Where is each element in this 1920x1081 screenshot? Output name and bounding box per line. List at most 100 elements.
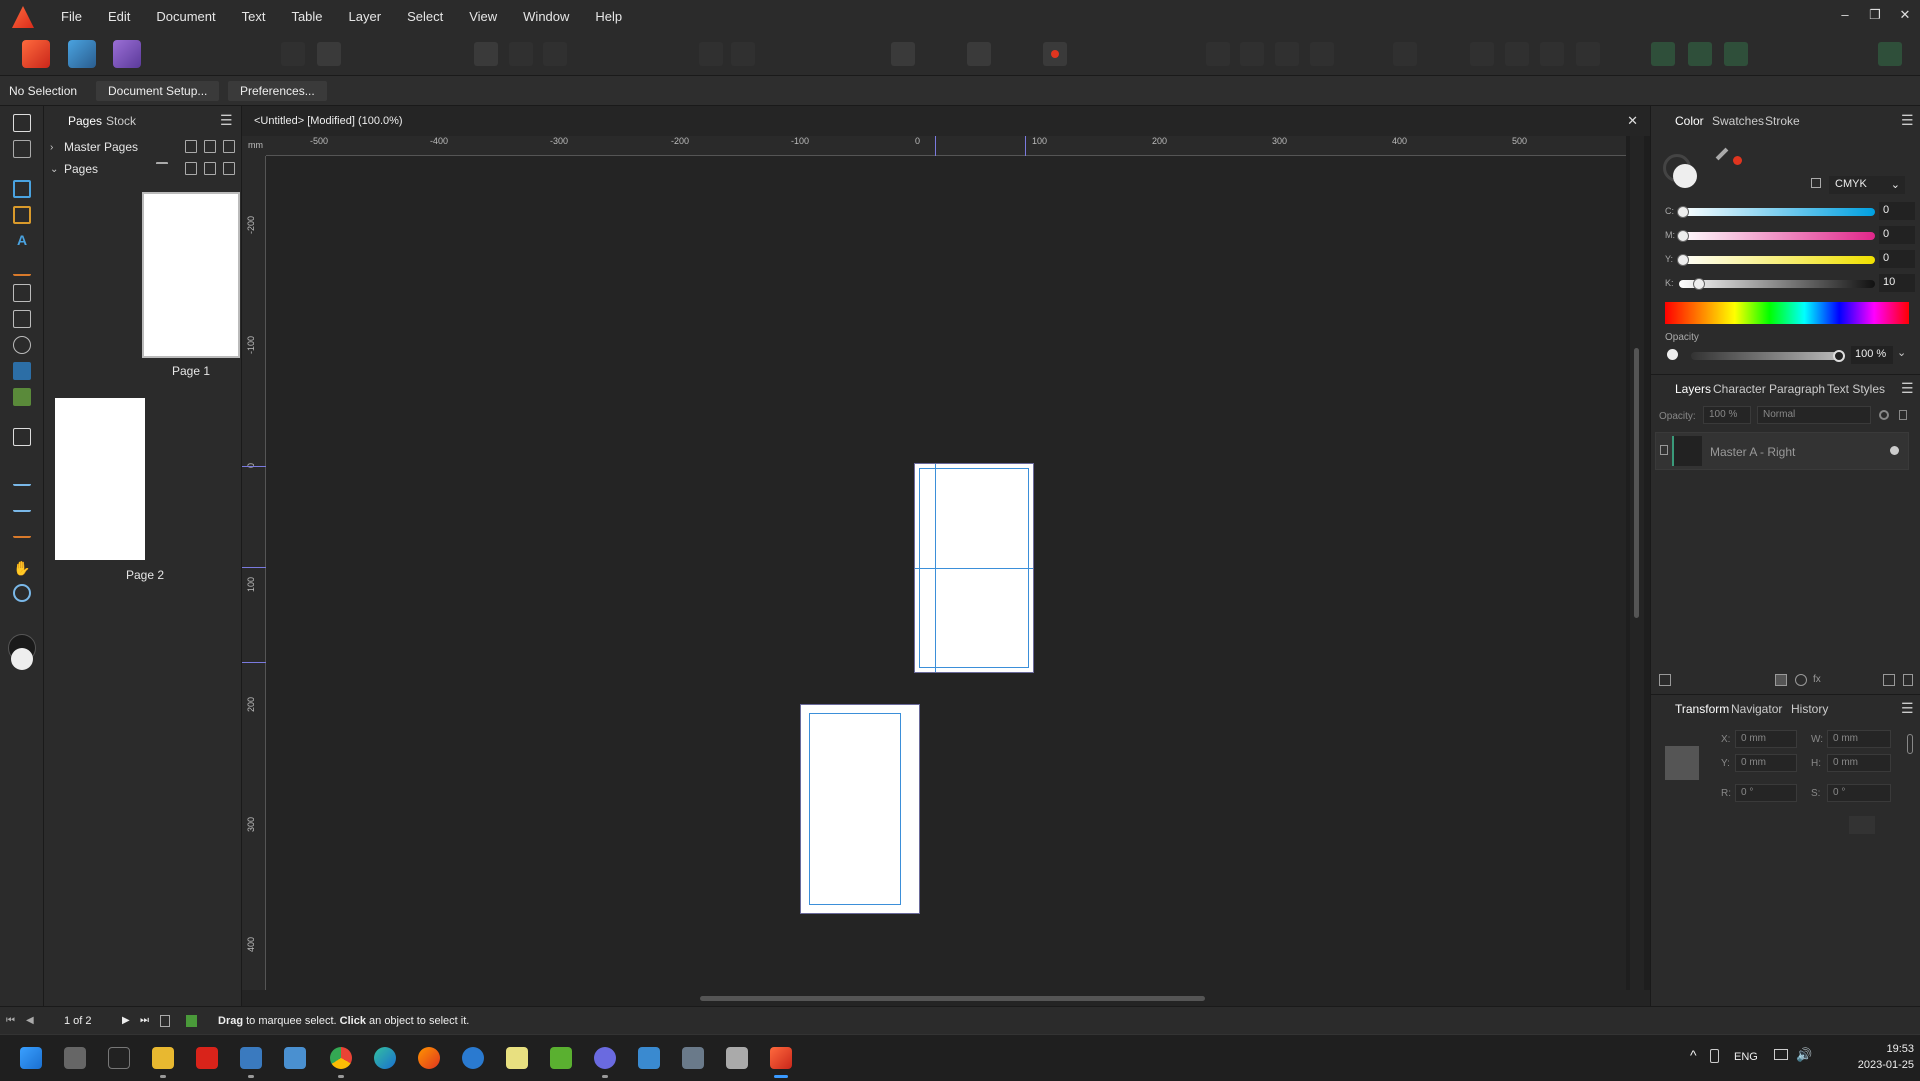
delete-page-icon[interactable]: [223, 162, 235, 175]
place-image-tool-icon[interactable]: [13, 362, 31, 380]
layer-lock-icon[interactable]: [1899, 410, 1907, 420]
minimize-button[interactable]: –: [1830, 0, 1860, 34]
designer-persona-icon[interactable]: [68, 40, 96, 68]
anchor-icon[interactable]: [731, 42, 755, 66]
bleed-icon[interactable]: [543, 42, 567, 66]
close-window-button[interactable]: ✕: [1890, 0, 1920, 34]
view-mode-icon[interactable]: [474, 42, 498, 66]
tab-layers[interactable]: Layers: [1675, 382, 1711, 396]
tab-text-styles[interactable]: Text Styles: [1827, 382, 1885, 396]
menu-layer[interactable]: Layer: [336, 0, 395, 34]
frame-text-icon[interactable]: [967, 42, 991, 66]
anchor-point-selector[interactable]: [1665, 746, 1699, 780]
calculator-icon[interactable]: [682, 1047, 704, 1069]
menu-help[interactable]: Help: [582, 0, 635, 34]
menu-file[interactable]: File: [48, 0, 95, 34]
affinity-publisher-taskbar-icon[interactable]: [770, 1047, 792, 1069]
language-indicator[interactable]: ENG: [1734, 1051, 1758, 1063]
tab-paragraph[interactable]: Paragraph: [1769, 382, 1825, 396]
opacity-value[interactable]: 100 %: [1851, 346, 1893, 364]
snapping-magnet-icon[interactable]: [1043, 42, 1067, 66]
flash-app-icon[interactable]: [196, 1047, 218, 1069]
last-page-icon[interactable]: ⏭: [140, 1015, 149, 1026]
next-page-icon[interactable]: ▶: [122, 1015, 130, 1026]
adjustment-layer-icon[interactable]: [1795, 674, 1807, 686]
first-page-icon[interactable]: ⏮: [6, 1015, 15, 1026]
black-slider-knob[interactable]: [1693, 278, 1705, 290]
panel-menu-icon[interactable]: ☰: [1901, 700, 1914, 717]
notepad-icon[interactable]: [506, 1047, 528, 1069]
x-field[interactable]: 0 mm: [1735, 730, 1797, 748]
tab-color[interactable]: Color: [1675, 114, 1704, 128]
add-page-icon[interactable]: [185, 162, 197, 175]
account-user-icon[interactable]: [1878, 42, 1902, 66]
menu-text[interactable]: Text: [229, 0, 279, 34]
delete-master-icon[interactable]: [223, 140, 235, 153]
document-setup-button[interactable]: Document Setup...: [96, 81, 220, 101]
firefox-icon[interactable]: [418, 1047, 440, 1069]
boolean-add-icon[interactable]: [1651, 42, 1675, 66]
panel-menu-icon[interactable]: ☰: [220, 112, 233, 129]
page-2-spread[interactable]: [801, 705, 919, 913]
horizontal-scroll-thumb[interactable]: [700, 996, 1205, 1001]
boolean-intersect-icon[interactable]: [1724, 42, 1748, 66]
color-spectrum[interactable]: [1665, 302, 1909, 324]
photo-persona-icon[interactable]: [113, 40, 141, 68]
black-slider[interactable]: [1679, 278, 1875, 290]
snapping-icon[interactable]: [281, 42, 305, 66]
ellipse-frame-tool-icon[interactable]: [13, 336, 31, 354]
fill-color-swatch[interactable]: [11, 648, 33, 670]
vertical-scroll-thumb[interactable]: [1634, 348, 1639, 618]
yellow-value[interactable]: 0: [1879, 250, 1915, 268]
cyan-slider-knob[interactable]: [1677, 206, 1689, 218]
chevron-right-icon[interactable]: ›: [50, 142, 53, 153]
cyan-slider[interactable]: [1677, 206, 1875, 218]
tab-navigator[interactable]: Navigator: [1731, 702, 1782, 716]
menu-view[interactable]: View: [456, 0, 510, 34]
terminal-icon[interactable]: [108, 1047, 130, 1069]
menu-table[interactable]: Table: [278, 0, 335, 34]
duplicate-page-icon[interactable]: [204, 162, 216, 175]
close-document-icon[interactable]: ✕: [1627, 113, 1638, 129]
tab-swatches[interactable]: Swatches: [1712, 114, 1764, 128]
node-tool-icon[interactable]: [13, 140, 31, 158]
text-frame-tool-icon[interactable]: [13, 180, 31, 198]
task-view-icon[interactable]: [64, 1047, 86, 1069]
tab-pages[interactable]: Pages: [68, 114, 102, 128]
settings-gear-icon[interactable]: [317, 42, 341, 66]
page-options-icon[interactable]: [156, 162, 168, 175]
picture-frame-tool-icon[interactable]: [13, 310, 31, 328]
layer-opacity-field[interactable]: 100 %: [1703, 406, 1751, 424]
chevron-down-icon[interactable]: ⌄: [1897, 346, 1906, 359]
duplicate-master-icon[interactable]: [204, 140, 216, 153]
fx-icon[interactable]: fx: [1813, 674, 1825, 686]
previous-page-icon[interactable]: ◀: [26, 1015, 34, 1026]
rotation-field[interactable]: 0 °: [1735, 784, 1797, 802]
y-field[interactable]: 0 mm: [1735, 754, 1797, 772]
menu-document[interactable]: Document: [143, 0, 228, 34]
publisher-persona-icon[interactable]: [22, 40, 50, 68]
fill-tool-icon[interactable]: [13, 494, 31, 512]
tab-stroke[interactable]: Stroke: [1765, 114, 1800, 128]
crop-tool-icon[interactable]: [13, 428, 31, 446]
black-value[interactable]: 10: [1879, 274, 1915, 292]
preflight-icon[interactable]: [186, 1015, 197, 1027]
document-canvas[interactable]: [266, 156, 1626, 990]
color-picker-tool-icon[interactable]: [13, 468, 31, 486]
menu-window[interactable]: Window: [510, 0, 582, 34]
height-field[interactable]: 0 mm: [1827, 754, 1891, 772]
monitor-app-icon[interactable]: [638, 1047, 660, 1069]
clock-time[interactable]: 19:53: [1834, 1043, 1914, 1055]
text-wrap-icon[interactable]: [891, 42, 915, 66]
discord-icon[interactable]: [594, 1047, 616, 1069]
layer-visibility-dot[interactable]: [1890, 446, 1899, 455]
magenta-slider[interactable]: [1677, 230, 1875, 242]
distribute-left-icon[interactable]: [1470, 42, 1494, 66]
preview-mode-icon[interactable]: [509, 42, 533, 66]
chrome-icon[interactable]: [330, 1047, 352, 1069]
page-1-thumbnail[interactable]: [142, 192, 240, 358]
panel-menu-icon[interactable]: ☰: [1901, 112, 1914, 129]
magenta-slider-knob[interactable]: [1677, 230, 1689, 242]
horizontal-scrollbar[interactable]: [242, 990, 1650, 1006]
mask-layer-icon[interactable]: [1775, 674, 1787, 686]
